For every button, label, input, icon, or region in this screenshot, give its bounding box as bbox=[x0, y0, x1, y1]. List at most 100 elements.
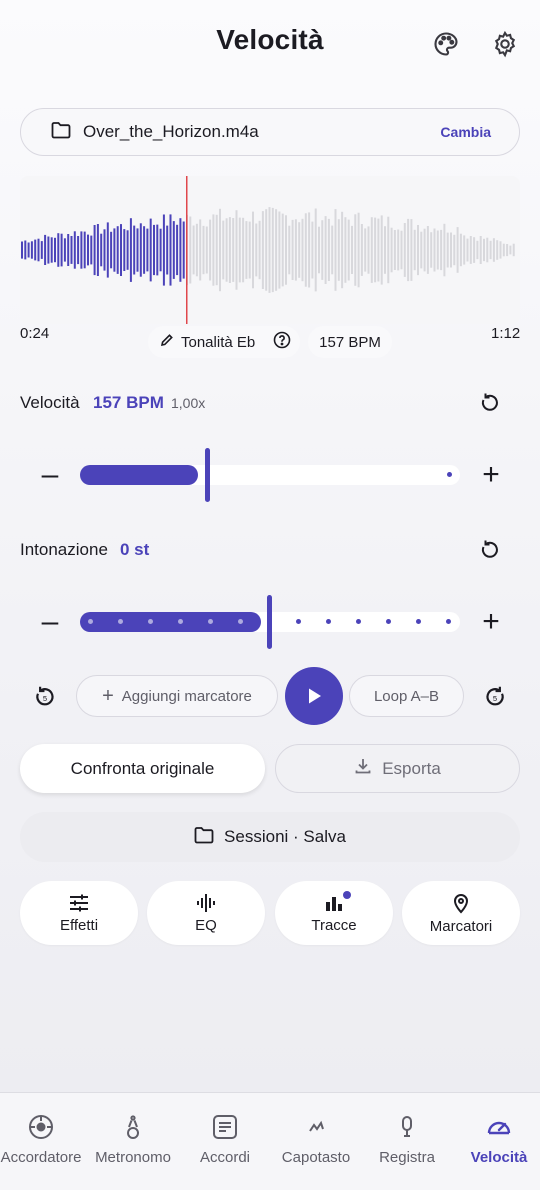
pitch-fill bbox=[80, 612, 261, 632]
waveform-bar bbox=[215, 214, 218, 286]
waveform-bar bbox=[271, 207, 274, 293]
waveform-bar bbox=[469, 236, 472, 264]
effects-button[interactable]: Effetti bbox=[20, 881, 138, 945]
waveform-bar bbox=[93, 225, 96, 276]
waveform-bar bbox=[496, 240, 499, 260]
nav-item-accordatore[interactable]: Accordatore bbox=[0, 1113, 86, 1166]
speed-label: Velocità bbox=[20, 393, 80, 412]
compare-original-button[interactable]: Confronta originale bbox=[20, 744, 265, 793]
waveform-bar bbox=[331, 225, 334, 275]
nav-item-registra[interactable]: Registra bbox=[362, 1113, 452, 1166]
pitch-step-dot bbox=[326, 619, 331, 624]
waveform-bar bbox=[116, 226, 119, 274]
waveform-bar bbox=[100, 233, 103, 267]
speed-decrease-button[interactable]: – bbox=[35, 460, 65, 490]
speed-increase-button[interactable]: + bbox=[476, 460, 506, 490]
change-file-button[interactable]: Cambia bbox=[440, 124, 491, 140]
speed-thumb[interactable] bbox=[205, 448, 210, 502]
bpm-chip[interactable]: 157 BPM bbox=[308, 326, 392, 358]
loop-ab-button[interactable]: Loop A–B bbox=[349, 675, 464, 717]
waveform-bar bbox=[417, 225, 419, 276]
time-start: 0:24 bbox=[20, 325, 50, 342]
sessions-button[interactable]: Sessioni · Salva bbox=[20, 812, 520, 862]
waveform-bar bbox=[219, 208, 221, 292]
pitch-decrease-button[interactable]: – bbox=[35, 607, 65, 637]
pitch-increase-button[interactable]: + bbox=[476, 607, 506, 637]
tool-label: EQ bbox=[195, 916, 217, 934]
waveform-bar bbox=[73, 231, 76, 269]
waveform-bar bbox=[413, 229, 416, 271]
waveform-bar bbox=[232, 218, 235, 282]
palette-icon[interactable] bbox=[430, 28, 462, 60]
sessions-label: Sessioni · Salva bbox=[224, 827, 346, 846]
waveform-bar bbox=[327, 218, 330, 281]
export-button[interactable]: Esporta bbox=[275, 744, 520, 793]
speed-multiplier: 1,00x bbox=[171, 395, 206, 411]
svg-text:5: 5 bbox=[493, 694, 497, 703]
add-marker-button[interactable]: + Aggiungi marcatore bbox=[76, 675, 278, 717]
pitch-step-dot bbox=[148, 619, 153, 624]
pitch-step-dot bbox=[118, 619, 123, 624]
waveform-bar bbox=[291, 219, 294, 280]
waveform-bar bbox=[433, 228, 436, 272]
waveform-bar bbox=[57, 233, 60, 267]
waveform-bar bbox=[103, 229, 106, 271]
waveform-bar bbox=[96, 224, 99, 276]
waveform-bar bbox=[450, 232, 452, 268]
tool-label: Marcatori bbox=[429, 917, 493, 935]
waveform-bar bbox=[110, 231, 113, 269]
waveform-bar bbox=[420, 231, 423, 269]
pitch-thumb[interactable] bbox=[267, 595, 272, 649]
waveform-bar bbox=[400, 230, 403, 270]
waveform-bar bbox=[351, 225, 353, 274]
waveform-bar bbox=[278, 211, 281, 289]
waveform-bar bbox=[252, 211, 254, 289]
waveform-bar bbox=[113, 228, 116, 272]
waveform-bar bbox=[370, 217, 373, 283]
waveform-bar bbox=[301, 218, 304, 282]
waveform-bar bbox=[341, 211, 344, 289]
eq-button[interactable]: EQ bbox=[147, 881, 265, 945]
waveform-bar bbox=[40, 241, 43, 259]
waveform-bar bbox=[506, 244, 509, 257]
waveform-bar bbox=[357, 212, 360, 288]
waveform-bar bbox=[423, 228, 426, 272]
waveform-bar bbox=[133, 225, 136, 275]
markers-button[interactable]: Marcatori bbox=[402, 881, 520, 945]
waveform-bar bbox=[377, 218, 380, 282]
playhead[interactable] bbox=[186, 176, 188, 324]
waveform-bar bbox=[430, 232, 433, 268]
metronome-icon bbox=[127, 1115, 139, 1139]
waveform-bar bbox=[268, 207, 271, 293]
chords-icon bbox=[213, 1115, 237, 1139]
waveform[interactable] bbox=[20, 176, 520, 324]
nav-item-metronomo[interactable]: Metronomo bbox=[88, 1113, 178, 1166]
help-icon[interactable] bbox=[273, 331, 291, 353]
nav-item-velocita[interactable]: Velocità bbox=[454, 1113, 540, 1166]
plus-icon: + bbox=[102, 684, 114, 707]
rewind-icon[interactable]: 5 bbox=[32, 684, 58, 715]
waveform-bar bbox=[337, 219, 340, 281]
fast-forward-icon[interactable]: 5 bbox=[482, 684, 508, 715]
sliders-icon bbox=[70, 894, 88, 911]
waveform-bar bbox=[463, 235, 466, 265]
waveform-bar bbox=[308, 212, 311, 288]
nav-item-accordi[interactable]: Accordi bbox=[180, 1113, 270, 1166]
waveform-bar bbox=[456, 227, 459, 273]
waveform-bar bbox=[123, 229, 126, 271]
gear-icon[interactable] bbox=[489, 28, 521, 60]
reset-speed-icon[interactable] bbox=[478, 391, 502, 420]
play-button[interactable] bbox=[285, 667, 343, 725]
reset-pitch-icon[interactable] bbox=[478, 538, 502, 567]
svg-text:5: 5 bbox=[43, 694, 47, 703]
waveform-bar bbox=[387, 216, 390, 284]
speed-value: 157 BPM bbox=[93, 393, 164, 412]
waveform-bar bbox=[143, 226, 146, 274]
pitch-step-dot bbox=[296, 619, 301, 624]
file-selector[interactable]: Over_the_Horizon.m4a Cambia bbox=[20, 108, 520, 156]
waveform-bar bbox=[129, 218, 132, 282]
folder-icon bbox=[194, 826, 214, 849]
tracks-button[interactable]: Tracce bbox=[275, 881, 393, 945]
nav-item-capotasto[interactable]: Capotasto bbox=[271, 1113, 361, 1166]
key-chip[interactable]: Tonalità Eb bbox=[148, 326, 300, 358]
